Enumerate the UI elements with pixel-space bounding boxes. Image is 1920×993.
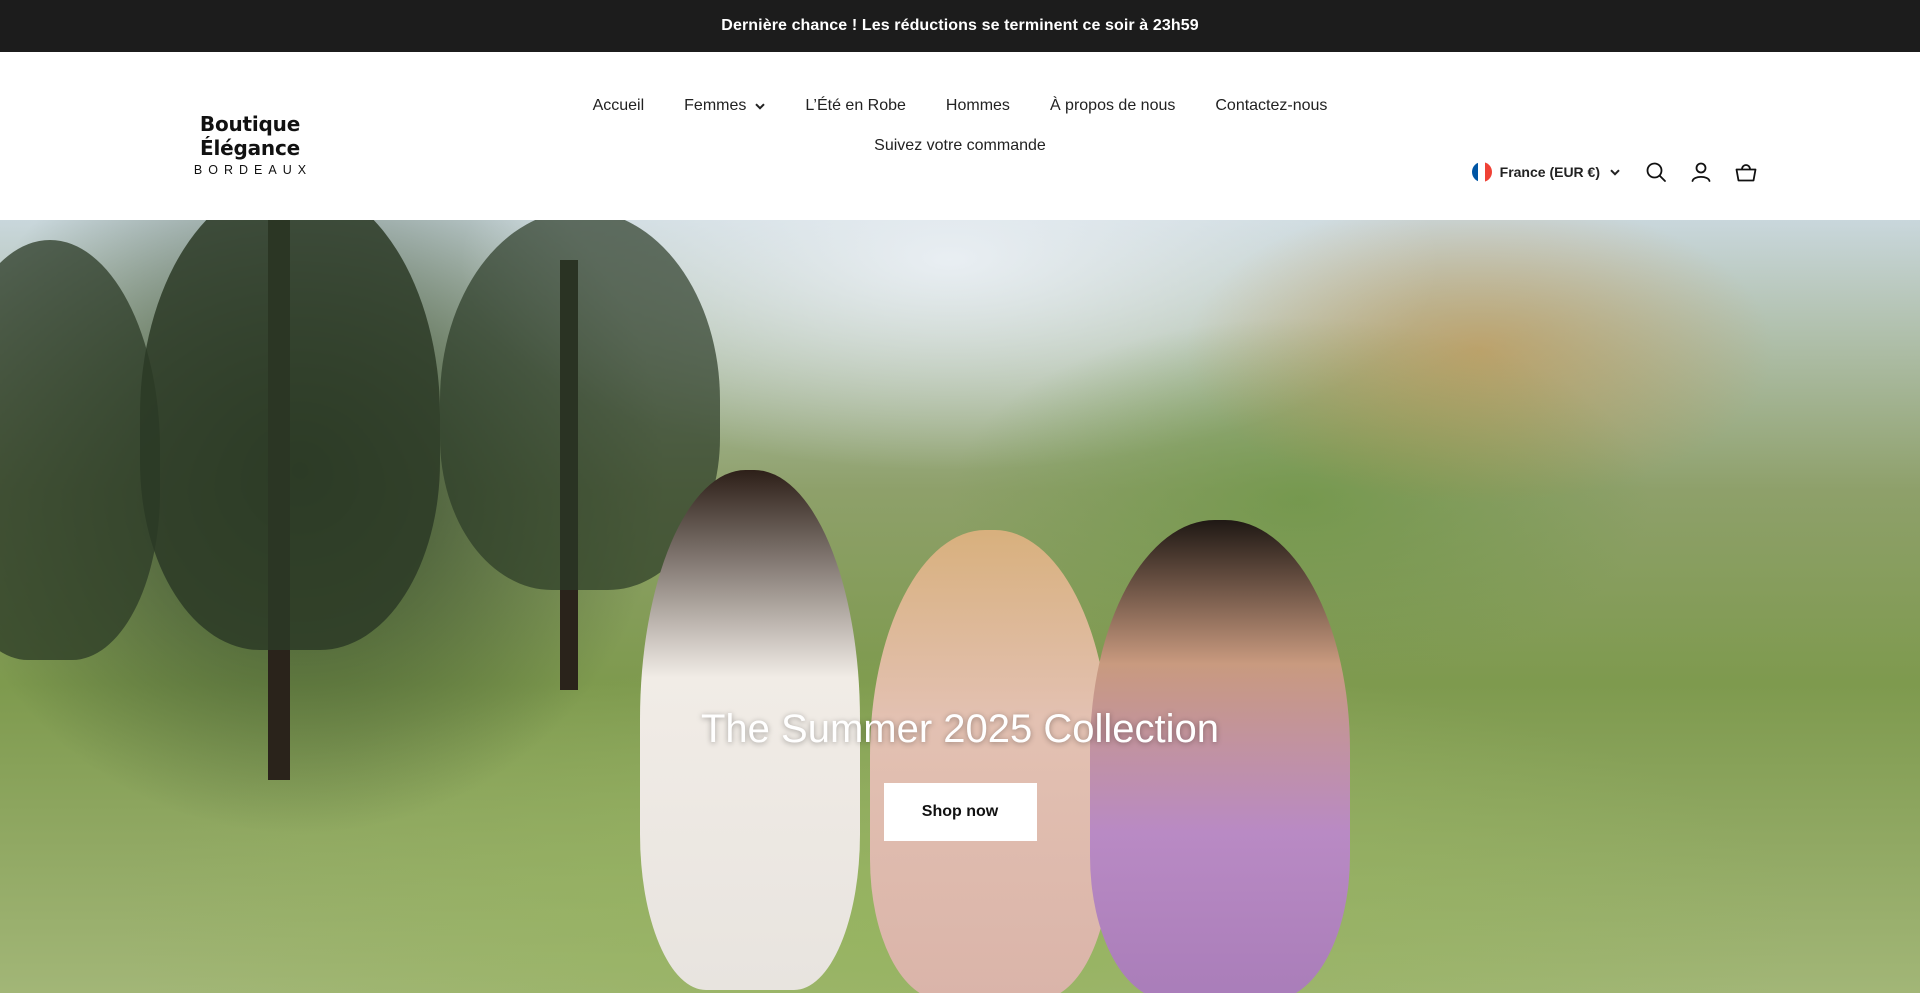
france-flag-icon xyxy=(1471,162,1492,182)
shop-now-button[interactable]: Shop now xyxy=(883,783,1037,841)
nav-item-label: Femmes xyxy=(684,97,747,114)
announcement-text: Dernière chance ! Les réductions se term… xyxy=(721,17,1199,34)
header-tools: France (EUR €) xyxy=(1471,160,1758,184)
search-icon[interactable] xyxy=(1644,160,1668,184)
nav-item-label: Hommes xyxy=(945,97,1010,114)
nav-item-label: L’Été en Robe xyxy=(805,97,906,114)
hero-banner: The Summer 2025 Collection Shop now xyxy=(0,220,1920,993)
chevron-down-icon xyxy=(755,102,766,110)
announcement-bar: Dernière chance ! Les réductions se term… xyxy=(0,0,1920,52)
nav-item-ete-en-robe[interactable]: L’Été en Robe xyxy=(785,96,926,116)
logo-name: Boutique Élégance xyxy=(199,112,301,160)
nav-item-suivez-commande[interactable]: Suivez votre commande xyxy=(854,136,1066,156)
nav-item-label: Contactez-nous xyxy=(1215,97,1328,114)
nav-item-a-propos[interactable]: À propos de nous xyxy=(1030,96,1195,116)
store-logo[interactable]: Boutique Élégance BORDEAUX xyxy=(162,112,338,177)
nav-item-contact[interactable]: Contactez-nous xyxy=(1195,96,1347,116)
nav-item-accueil[interactable]: Accueil xyxy=(573,96,665,116)
nav-item-label: Accueil xyxy=(592,97,645,114)
account-icon[interactable] xyxy=(1689,160,1713,184)
main-navigation: Accueil Femmes L’Été en Robe Hommes À pr… xyxy=(560,96,1360,156)
locale-label: France (EUR €) xyxy=(1499,164,1600,180)
locale-selector[interactable]: France (EUR €) xyxy=(1471,162,1620,182)
cart-icon[interactable] xyxy=(1734,160,1758,184)
nav-item-hommes[interactable]: Hommes xyxy=(926,96,1030,116)
nav-item-label: Suivez votre commande xyxy=(874,137,1046,154)
chevron-down-icon xyxy=(1610,168,1620,176)
nav-item-femmes[interactable]: Femmes xyxy=(664,96,785,116)
site-header: Boutique Élégance BORDEAUX Accueil Femme… xyxy=(0,52,1920,220)
logo-city: BORDEAUX xyxy=(193,163,313,177)
hero-title: The Summer 2025 Collection xyxy=(700,707,1220,751)
hero-content: The Summer 2025 Collection Shop now xyxy=(0,707,1920,841)
nav-item-label: À propos de nous xyxy=(1049,97,1176,114)
